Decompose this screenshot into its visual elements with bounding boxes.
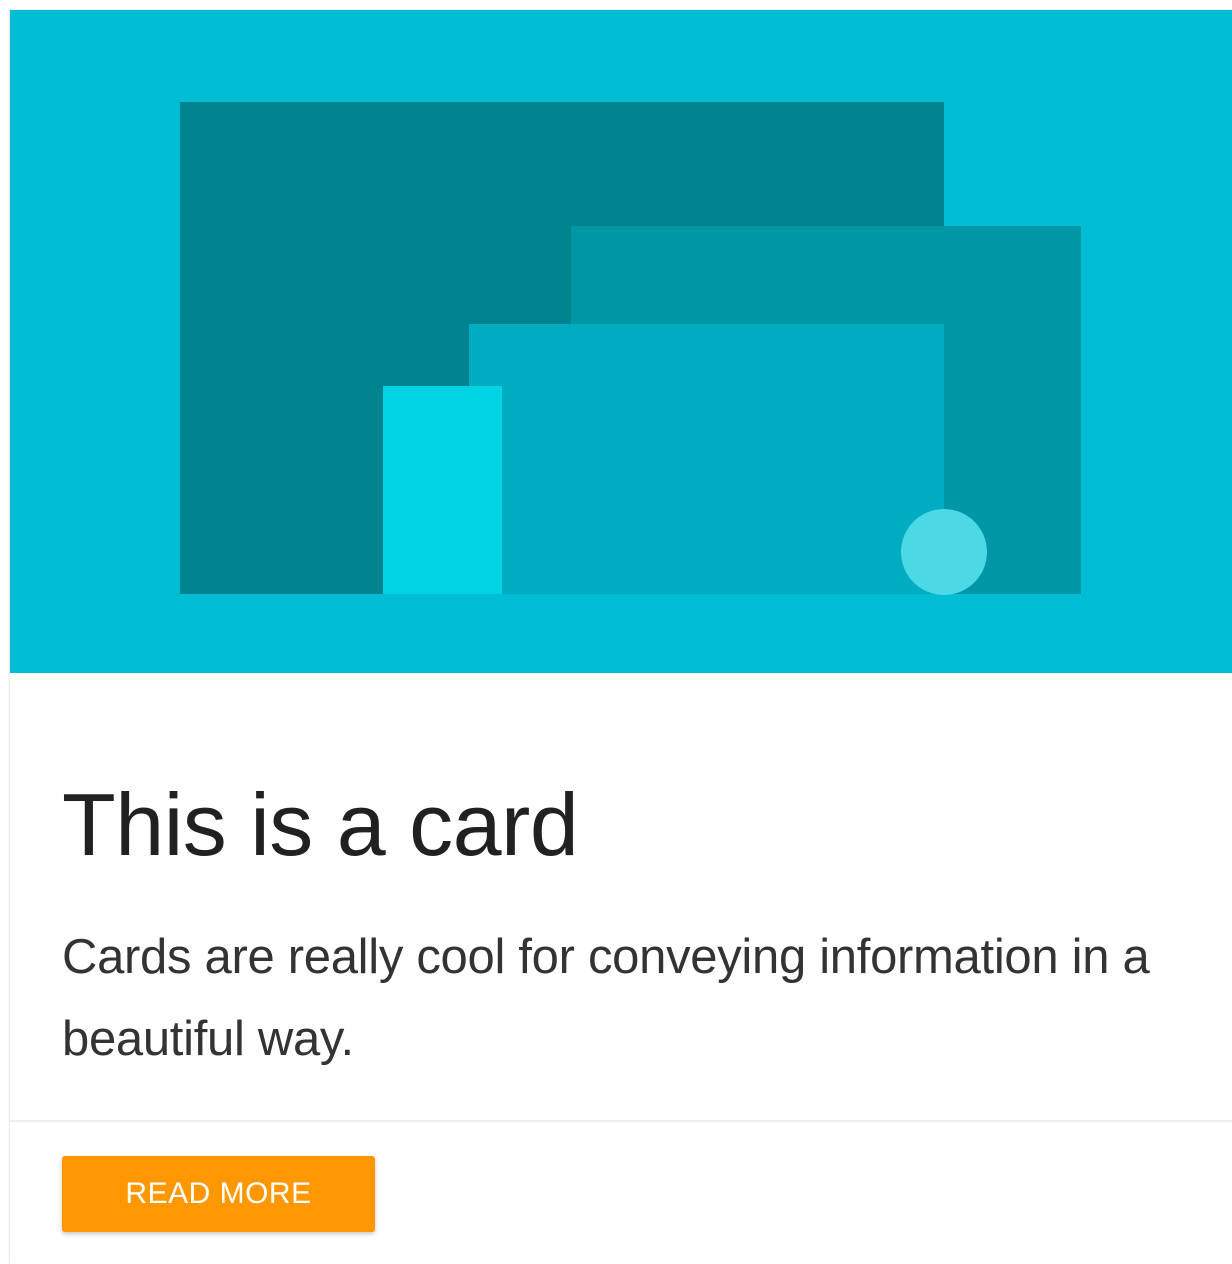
illustration-svg: [10, 10, 1232, 673]
read-more-button[interactable]: READ MORE: [62, 1156, 375, 1232]
card-text: Cards are really cool for conveying info…: [62, 930, 1150, 1066]
card-media-illustration: [10, 10, 1232, 673]
page: This is a card Cards are really cool for…: [0, 0, 1232, 1264]
illustration-panel-front: [469, 324, 944, 594]
card: This is a card Cards are really cool for…: [10, 10, 1232, 1264]
illustration-accent-circle: [901, 509, 987, 595]
card-divider: [10, 1120, 1232, 1122]
card-title: This is a card: [62, 775, 579, 874]
illustration-accent-rect: [383, 386, 502, 594]
